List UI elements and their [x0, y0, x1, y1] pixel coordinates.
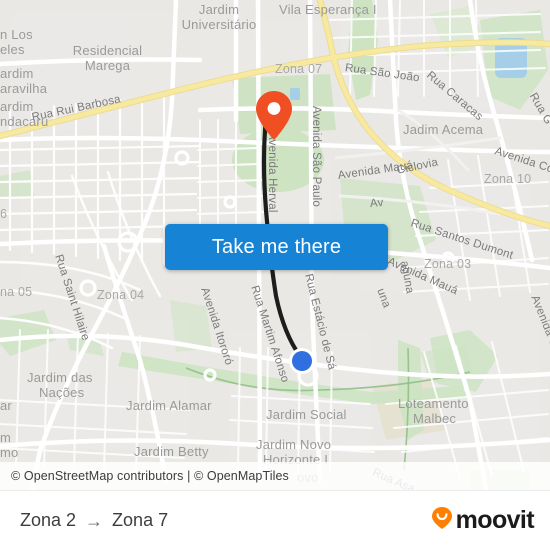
- moovit-pin-icon: [431, 506, 453, 535]
- map-canvas[interactable]: .road-w { stroke:#ffffff; fill:none; str…: [0, 0, 550, 490]
- route-origin-label: Zona 2: [20, 510, 77, 530]
- moovit-logo[interactable]: moovit: [431, 506, 535, 535]
- attribution-text: © OpenStreetMap contributors | © OpenMap…: [11, 469, 289, 483]
- arrow-right-icon: →: [85, 510, 104, 531]
- moovit-map-screenshot: .road-w { stroke:#ffffff; fill:none; str…: [0, 0, 550, 550]
- moovit-wordmark: moovit: [455, 506, 535, 534]
- route-summary: Zona 2 → Zona 7: [20, 510, 168, 531]
- take-me-there-button[interactable]: Take me there: [165, 224, 388, 270]
- footer-bar: Zona 2 → Zona 7 moovit: [0, 490, 550, 550]
- map-attribution: © OpenStreetMap contributors | © OpenMap…: [0, 462, 550, 490]
- route-destination-label: Zona 7: [112, 510, 169, 530]
